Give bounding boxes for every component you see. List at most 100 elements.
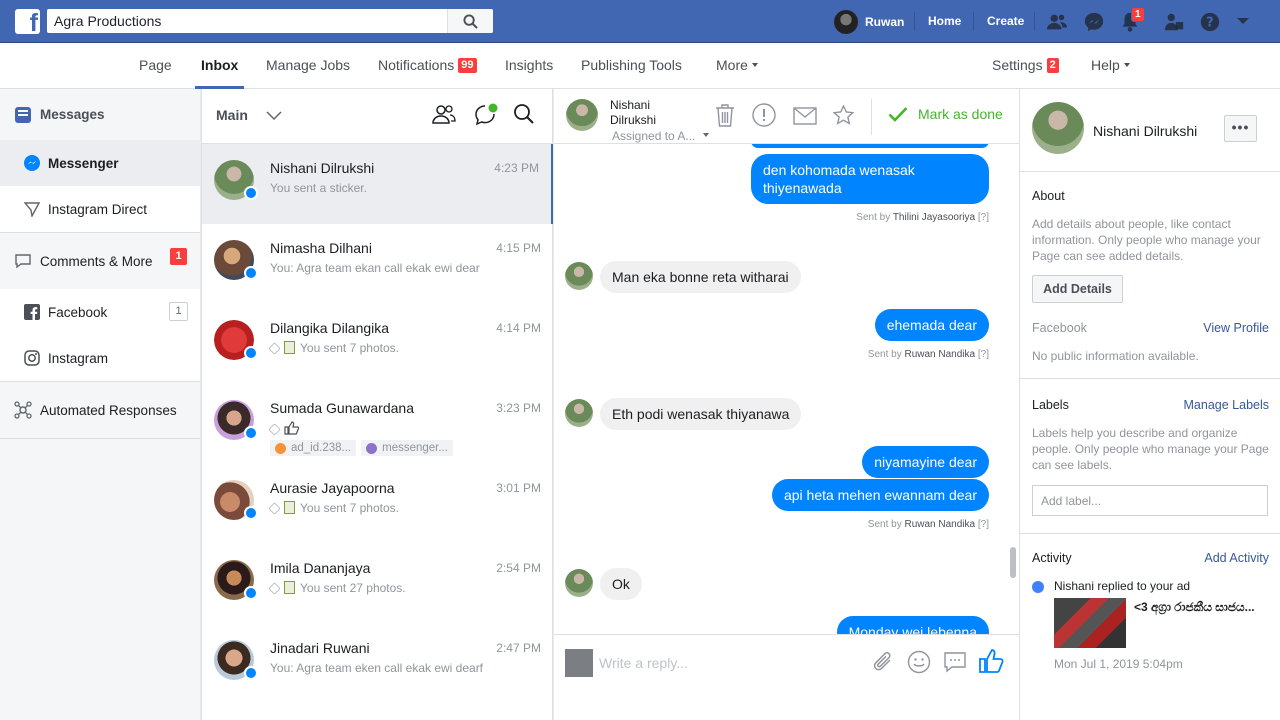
contact-name[interactable]: Nishani Dilrukshi [1093, 123, 1197, 139]
scrollbar-thumb[interactable] [1010, 547, 1016, 578]
caret-down-icon [703, 133, 710, 137]
mark-as-done-button[interactable]: Mark as done [888, 106, 1003, 122]
sidebar-item-facebook[interactable]: Facebook 1 [0, 289, 200, 335]
manage-labels-link[interactable]: Manage Labels [1184, 398, 1269, 412]
activity-dot [1032, 581, 1044, 593]
sent-by-prefix: Sent by [856, 212, 891, 223]
reply-input[interactable] [599, 651, 859, 675]
tab-insights[interactable]: Insights [505, 57, 553, 73]
label-tag[interactable]: ad_id.238... [270, 440, 357, 456]
conversation-snippet: You sent a sticker. [270, 181, 367, 195]
conversation-item[interactable]: Nishani Dilrukshi 4:23 PM You sent a sti… [202, 144, 553, 224]
sidebar-item-automated-responses[interactable]: Automated Responses [0, 382, 200, 438]
facebook-label: Facebook [1032, 321, 1087, 335]
tab-more-label: More [716, 57, 748, 73]
facebook-logo-icon[interactable]: f [15, 9, 40, 34]
conversation-time: 2:47 PM [496, 641, 541, 655]
about-description: Add details about people, like contact i… [1032, 217, 1261, 263]
avatar [565, 262, 593, 290]
add-activity-link[interactable]: Add Activity [1204, 551, 1269, 565]
help-icon[interactable]: ? [1199, 11, 1221, 33]
tab-help[interactable]: Help [1091, 57, 1130, 73]
tab-notifications[interactable]: Notifications 99 [378, 57, 477, 73]
label-tag[interactable]: messenger... [361, 440, 453, 456]
sent-by-label: Sent by Thilini Jayasooriya [?] [856, 212, 989, 223]
contact-header: Nishani Dilrukshi ••• [1020, 89, 1280, 172]
conversation-item[interactable]: Dilangika Dilangika 4:14 PM You sent 7 p… [202, 304, 553, 384]
mark-unread-envelope-icon[interactable] [793, 107, 817, 125]
mark-spam-alert-icon[interactable] [752, 103, 776, 127]
messenger-icon[interactable] [1083, 11, 1105, 33]
more-options-button[interactable]: ••• [1224, 115, 1257, 142]
chevron-down-icon[interactable] [266, 111, 282, 121]
search-box [47, 9, 493, 33]
folder-title[interactable]: Main [216, 107, 248, 123]
automated-responses-icon [14, 401, 32, 419]
search-icon[interactable] [513, 103, 535, 125]
conversation-tags: ad_id.238... messenger... [270, 440, 453, 456]
sidebar-item-instagram-direct[interactable]: Instagram Direct [0, 186, 200, 232]
search-input[interactable] [47, 9, 447, 33]
people-filter-icon[interactable] [432, 103, 456, 125]
conversation-snippet: You sent 7 photos. [268, 501, 399, 515]
message-bubble-outgoing: api heta mehen ewannam dear [771, 479, 989, 511]
sidebar-item-messages[interactable]: Messages [0, 89, 200, 140]
tab-page[interactable]: Page [139, 57, 172, 73]
ad-thumbnail[interactable] [1054, 598, 1126, 648]
trash-icon[interactable] [714, 103, 736, 128]
reply-composer [554, 634, 1019, 720]
tab-manage-jobs[interactable]: Manage Jobs [266, 57, 350, 73]
saved-replies-icon[interactable] [943, 650, 967, 674]
chat-panel: Nishani Dilrukshi Assigned to A... Mark … [554, 89, 1019, 720]
conversation-snippet: You sent 27 photos. [268, 581, 406, 595]
create-link[interactable]: Create [987, 14, 1024, 28]
tab-inbox[interactable]: Inbox [201, 57, 238, 73]
tab-more[interactable]: More [716, 57, 758, 73]
sidebar-item-messenger[interactable]: Messenger [0, 140, 200, 186]
add-details-button[interactable]: Add Details [1032, 275, 1123, 303]
profile-link[interactable]: Ruwan [834, 9, 904, 34]
sender-name[interactable]: Ruwan Nandika [904, 519, 975, 530]
star-icon[interactable] [833, 105, 854, 125]
sender-name[interactable]: Thilini Jayasooriya [893, 212, 975, 223]
add-label-input[interactable] [1032, 485, 1268, 516]
conversation-item[interactable]: Sumada Gunawardana 3:23 PM ad_id.238... … [202, 384, 553, 464]
conversation-item[interactable]: Nimasha Dilhani 4:15 PM You: Agra team e… [202, 224, 553, 304]
search-button[interactable] [447, 9, 493, 33]
quick-help-people-icon[interactable] [1163, 11, 1185, 33]
sidebar-item-comments-more[interactable]: Comments & More 1 [0, 233, 200, 289]
chat-header: Nishani Dilrukshi Assigned to A... Mark … [554, 89, 1019, 144]
thumbs-up-icon[interactable] [978, 648, 1004, 674]
comment-bubble-icon [15, 254, 31, 269]
attach-paperclip-icon[interactable] [872, 650, 894, 674]
sent-by-label: Sent by Ruwan Nandika [?] [867, 519, 989, 530]
mark-as-done-label: Mark as done [918, 106, 1003, 122]
conversation-item[interactable]: Imila Dananjaya 2:54 PM You sent 27 phot… [202, 544, 553, 624]
checkmark-icon [888, 107, 908, 122]
tab-publishing-tools[interactable]: Publishing Tools [581, 57, 682, 73]
view-profile-link[interactable]: View Profile [1203, 321, 1269, 335]
sidebar-item-instagram[interactable]: Instagram [0, 335, 200, 381]
ad-title[interactable]: <3 අග්‍රා රාජකීය සාජය... [1134, 599, 1274, 615]
friend-requests-icon[interactable] [1046, 11, 1068, 33]
sent-by-label: Sent by Ruwan Nandika [?] [867, 349, 989, 360]
account-menu-chevron-down-icon[interactable] [1236, 14, 1250, 28]
messenger-icon [24, 155, 40, 171]
home-link[interactable]: Home [928, 14, 961, 28]
attachment-icon [268, 582, 281, 595]
label-tag-text: messenger... [382, 442, 448, 454]
automation-group: Automated Responses [0, 382, 200, 439]
unread-messages-filter-icon[interactable] [474, 103, 498, 127]
sender-name[interactable]: Ruwan Nandika [904, 349, 975, 360]
tab-settings[interactable]: Settings 2 [992, 57, 1059, 73]
conversation-item[interactable]: Aurasie Jayapoorna 3:01 PM You sent 7 ph… [202, 464, 553, 544]
avatar [565, 399, 593, 427]
conversation-item[interactable]: Jinadari Ruwani 2:47 PM You: Agra team e… [202, 624, 553, 704]
assign-dropdown[interactable]: Assigned to A... [612, 129, 710, 143]
emoji-smiley-icon[interactable] [907, 650, 931, 674]
sidebar-item-label: Instagram [48, 350, 109, 366]
sidebar-item-label: Automated Responses [40, 402, 177, 418]
chat-contact-name[interactable]: Nishani Dilrukshi [610, 98, 680, 128]
about-section: About Add details about people, like con… [1020, 172, 1280, 379]
message-bubble-incoming: Ok [600, 568, 642, 600]
